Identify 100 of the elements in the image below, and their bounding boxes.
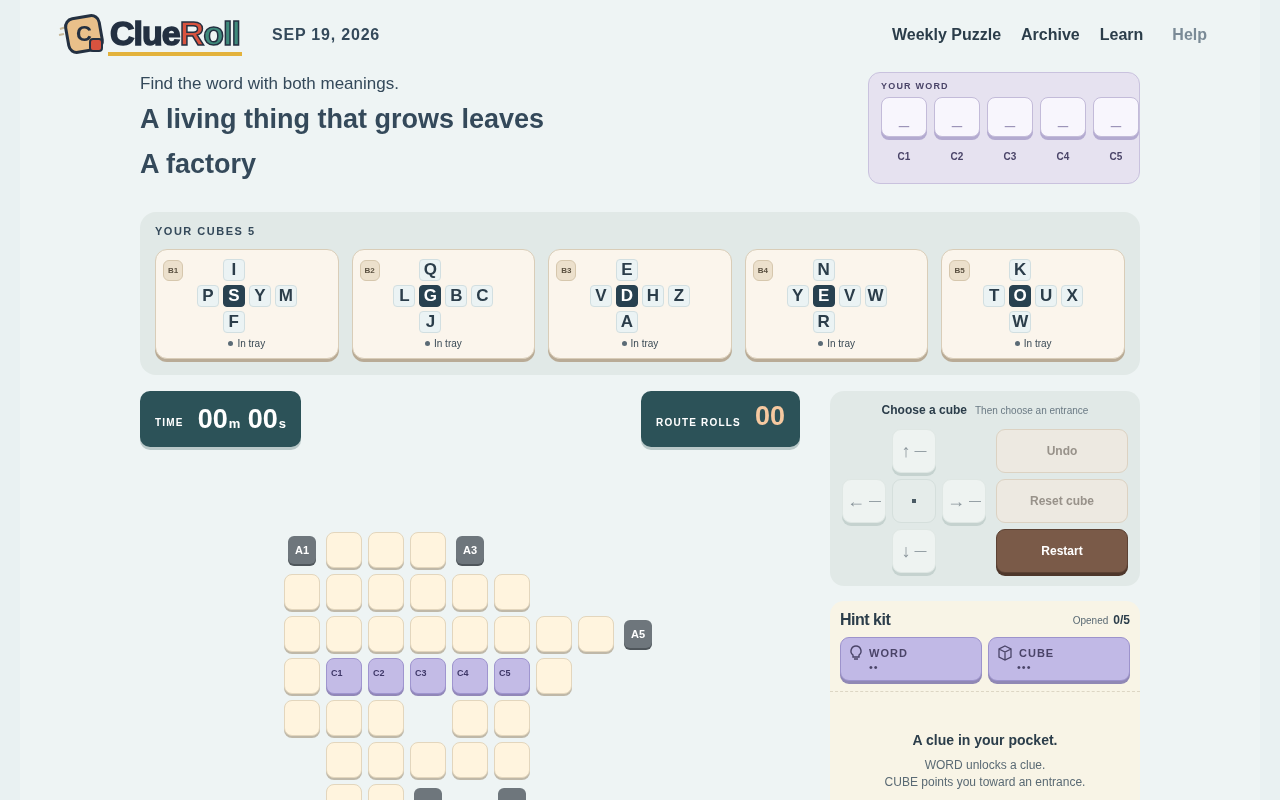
board-tile[interactable] bbox=[368, 532, 404, 568]
cube-card[interactable]: B4 N Y E V W R In tray bbox=[744, 249, 929, 359]
nav-link[interactable]: Learn bbox=[1099, 26, 1144, 44]
board-tile[interactable] bbox=[410, 616, 446, 652]
nav-link[interactable]: Help bbox=[1172, 26, 1207, 44]
board-tile[interactable] bbox=[284, 574, 320, 610]
board-tile[interactable] bbox=[494, 700, 530, 736]
cube-card[interactable]: B2 Q L G B C J In tray bbox=[351, 249, 536, 359]
opened-label: Opened bbox=[1072, 614, 1109, 626]
board-tile[interactable] bbox=[368, 700, 404, 736]
board-tile[interactable] bbox=[284, 700, 320, 736]
letter-slot[interactable]: _ bbox=[881, 97, 927, 137]
letter-slot[interactable]: _ bbox=[987, 97, 1033, 137]
slot-label: C5 bbox=[1108, 151, 1124, 162]
target-tile[interactable]: C2 bbox=[368, 658, 404, 694]
cube-face: W bbox=[864, 285, 887, 307]
instruction-text: Find the word with both meanings. bbox=[140, 74, 400, 94]
cube-status: In tray bbox=[630, 338, 659, 349]
board-tile[interactable] bbox=[410, 742, 446, 778]
puzzle-date: SEP 19, 2026 bbox=[272, 26, 381, 44]
cube-face: G bbox=[419, 285, 442, 307]
board-tile[interactable] bbox=[410, 532, 446, 568]
target-tile[interactable]: C4 bbox=[452, 658, 488, 694]
cube-face: I bbox=[222, 259, 245, 281]
hint-button[interactable]: CUBE ••• bbox=[988, 637, 1130, 681]
nav-link[interactable]: Archive bbox=[1021, 26, 1080, 44]
cube-face: H bbox=[642, 285, 664, 307]
direction-button[interactable]: ↑ — bbox=[892, 429, 936, 473]
board-tile[interactable] bbox=[368, 574, 404, 610]
cube-card[interactable]: B5 K T O U X W In tray bbox=[941, 249, 1125, 359]
board-tile[interactable] bbox=[536, 616, 572, 652]
status-dot-icon bbox=[1014, 341, 1020, 346]
cube-face: U bbox=[1035, 285, 1058, 307]
cube-face: E bbox=[812, 285, 835, 307]
board-tile[interactable] bbox=[494, 742, 530, 778]
opened-count: 0/5 bbox=[1113, 613, 1130, 627]
cube-face: D bbox=[616, 285, 638, 307]
board-tile[interactable] bbox=[452, 574, 488, 610]
cube-id-badge: B5 bbox=[949, 260, 970, 281]
board-tile[interactable] bbox=[368, 616, 404, 652]
board-tile[interactable] bbox=[326, 616, 362, 652]
entrance-marker[interactable]: A3 bbox=[456, 536, 484, 564]
cube-face: W bbox=[1009, 311, 1032, 333]
hint-button[interactable]: WORD •• bbox=[840, 637, 982, 681]
cube-face: L bbox=[393, 285, 416, 307]
cube-status: In tray bbox=[237, 338, 266, 349]
entrance-marker[interactable]: A1 bbox=[288, 536, 316, 564]
board-tile[interactable] bbox=[326, 742, 362, 778]
cube-face: V bbox=[590, 285, 612, 307]
board-tile[interactable] bbox=[578, 616, 614, 652]
clue-text: A factory bbox=[140, 149, 258, 180]
board-tile[interactable] bbox=[452, 616, 488, 652]
target-tile[interactable]: C5 bbox=[494, 658, 530, 694]
board-tile[interactable] bbox=[452, 700, 488, 736]
board-tile[interactable] bbox=[368, 742, 404, 778]
cube-card[interactable]: B1 I P S Y M F In tray bbox=[155, 249, 339, 359]
target-tile[interactable]: C3 bbox=[410, 658, 446, 694]
board-tile[interactable] bbox=[326, 700, 362, 736]
timer-label: TIME bbox=[155, 416, 184, 428]
cube-face: N bbox=[812, 259, 835, 281]
cube-card[interactable]: B3 E V D H Z A In tray bbox=[548, 249, 732, 359]
clue-text: A living thing that grows leaves bbox=[140, 104, 545, 135]
board-tile[interactable] bbox=[326, 532, 362, 568]
logo[interactable]: C ClueRoll bbox=[58, 13, 248, 57]
slot-label: C1 bbox=[896, 151, 912, 162]
cube-status: In tray bbox=[434, 338, 462, 349]
board-tile[interactable] bbox=[410, 574, 446, 610]
entrance-marker[interactable]: A5 bbox=[624, 620, 652, 648]
status-dot-icon bbox=[818, 341, 824, 346]
board-tile[interactable] bbox=[494, 616, 530, 652]
letter-slot[interactable]: _ bbox=[1040, 97, 1086, 137]
cube-face: S bbox=[222, 285, 245, 307]
board-tile[interactable] bbox=[326, 574, 362, 610]
slot-label: C4 bbox=[1055, 151, 1071, 162]
hint-message-text: WORD unlocks a clue. bbox=[923, 758, 1047, 772]
cube-face: B bbox=[445, 285, 468, 307]
board-tile[interactable] bbox=[284, 616, 320, 652]
cube-face: V bbox=[838, 285, 861, 307]
board-tile[interactable] bbox=[452, 742, 488, 778]
letter-slot[interactable]: _ bbox=[934, 97, 980, 137]
lightbulb-icon bbox=[849, 645, 863, 661]
cube-face: O bbox=[1009, 285, 1032, 307]
target-tile[interactable]: C1 bbox=[326, 658, 362, 694]
direction-button[interactable]: ↓ — bbox=[892, 529, 936, 573]
logo-wordmark: ClueRoll bbox=[108, 14, 242, 56]
cube-id-badge: B2 bbox=[359, 260, 380, 281]
board-tile[interactable] bbox=[494, 574, 530, 610]
direction-button[interactable]: → — bbox=[942, 479, 986, 523]
cube-icon bbox=[997, 645, 1013, 661]
cube-face: P bbox=[196, 285, 219, 307]
direction-button[interactable]: ← — bbox=[842, 479, 886, 523]
logo-letter: C bbox=[76, 21, 92, 47]
nav-link[interactable]: Weekly Puzzle bbox=[891, 26, 1002, 44]
board-tile[interactable] bbox=[536, 658, 572, 694]
board-tile[interactable] bbox=[284, 658, 320, 694]
action-button[interactable]: Restart bbox=[996, 529, 1128, 573]
controls-title: Choose a cube bbox=[881, 403, 967, 417]
letter-slot[interactable]: _ bbox=[1093, 97, 1139, 137]
cube-face: Z bbox=[668, 285, 690, 307]
timer-value: 00m 00s bbox=[197, 403, 287, 435]
